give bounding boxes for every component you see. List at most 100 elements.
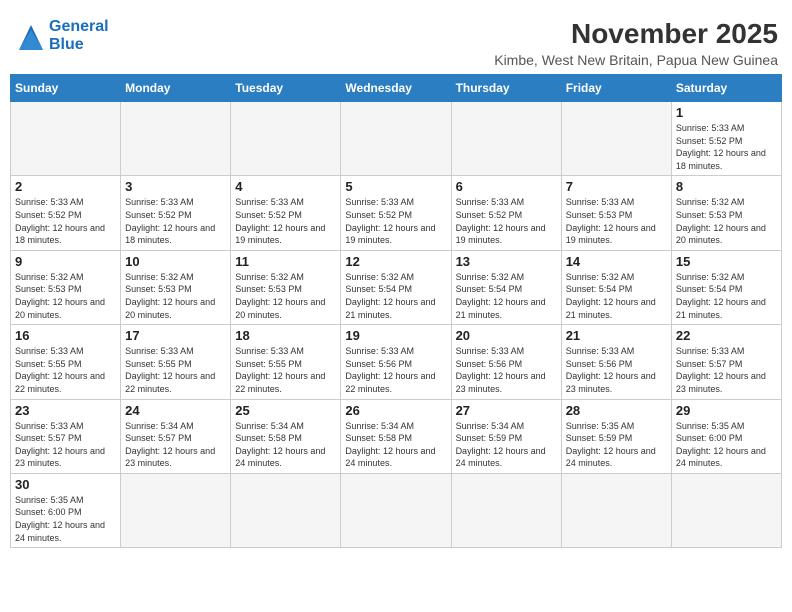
day-info: Sunrise: 5:33 AMSunset: 5:56 PMDaylight:… [456, 345, 557, 395]
day-info: Sunrise: 5:32 AMSunset: 5:54 PMDaylight:… [456, 271, 557, 321]
day-info: Sunrise: 5:33 AMSunset: 5:52 PMDaylight:… [235, 196, 336, 246]
day-number: 23 [15, 403, 116, 418]
day-number: 21 [566, 328, 667, 343]
day-of-week-header: Thursday [451, 75, 561, 102]
day-number: 19 [345, 328, 446, 343]
day-number: 4 [235, 179, 336, 194]
calendar-day-cell: 16 Sunrise: 5:33 AMSunset: 5:55 PMDayligh… [11, 325, 121, 399]
calendar-day-cell [231, 102, 341, 176]
day-number: 8 [676, 179, 777, 194]
day-info: Sunrise: 5:35 AMSunset: 5:59 PMDaylight:… [566, 420, 667, 470]
calendar-day-cell: 18 Sunrise: 5:33 AMSunset: 5:55 PMDayligh… [231, 325, 341, 399]
day-info: Sunrise: 5:33 AMSunset: 5:55 PMDaylight:… [125, 345, 226, 395]
day-number: 15 [676, 254, 777, 269]
day-number: 25 [235, 403, 336, 418]
calendar-day-cell: 28 Sunrise: 5:35 AMSunset: 5:59 PMDayligh… [561, 399, 671, 473]
day-of-week-header: Monday [121, 75, 231, 102]
day-number: 30 [15, 477, 116, 492]
calendar-day-cell: 1Sunrise: 5:33 AMSunset: 5:52 PMDaylight… [671, 102, 781, 176]
calendar-day-cell: 11Sunrise: 5:32 AMSunset: 5:53 PMDayligh… [231, 250, 341, 324]
calendar-header-row: SundayMondayTuesdayWednesdayThursdayFrid… [11, 75, 782, 102]
day-info: Sunrise: 5:33 AMSunset: 5:57 PMDaylight:… [676, 345, 777, 395]
day-number: 22 [676, 328, 777, 343]
day-info: Sunrise: 5:33 AMSunset: 5:52 PMDaylight:… [125, 196, 226, 246]
logo-text: GeneralBlue [49, 18, 109, 53]
day-number: 6 [456, 179, 557, 194]
calendar-day-cell: 20 Sunrise: 5:33 AMSunset: 5:56 PMDayligh… [451, 325, 561, 399]
calendar-day-cell [341, 102, 451, 176]
day-info: Sunrise: 5:33 AMSunset: 5:57 PMDaylight:… [15, 420, 116, 470]
calendar-day-cell: 9 Sunrise: 5:32 AMSunset: 5:53 PMDaylight… [11, 250, 121, 324]
day-number: 20 [456, 328, 557, 343]
calendar-day-cell [561, 473, 671, 547]
day-info: Sunrise: 5:33 AMSunset: 5:56 PMDaylight:… [345, 345, 446, 395]
calendar-day-cell: 13Sunrise: 5:32 AMSunset: 5:54 PMDayligh… [451, 250, 561, 324]
calendar-week-row: 9 Sunrise: 5:32 AMSunset: 5:53 PMDaylight… [11, 250, 782, 324]
day-of-week-header: Tuesday [231, 75, 341, 102]
calendar-day-cell: 5Sunrise: 5:33 AMSunset: 5:52 PMDaylight… [341, 176, 451, 250]
page-header: GeneralBlue November 2025 Kimbe, West Ne… [10, 10, 782, 74]
day-info: Sunrise: 5:33 AMSunset: 5:52 PMDaylight:… [15, 196, 116, 246]
calendar-day-cell: 8Sunrise: 5:32 AMSunset: 5:53 PMDaylight… [671, 176, 781, 250]
calendar-day-cell: 2 Sunrise: 5:33 AMSunset: 5:52 PMDaylight… [11, 176, 121, 250]
calendar-day-cell [451, 102, 561, 176]
logo: GeneralBlue [14, 18, 109, 53]
calendar-week-row: 16 Sunrise: 5:33 AMSunset: 5:55 PMDayligh… [11, 325, 782, 399]
calendar-day-cell: 4 Sunrise: 5:33 AMSunset: 5:52 PMDaylight… [231, 176, 341, 250]
day-info: Sunrise: 5:33 AMSunset: 5:52 PMDaylight:… [676, 122, 777, 172]
calendar-day-cell: 15 Sunrise: 5:32 AMSunset: 5:54 PMDayligh… [671, 250, 781, 324]
calendar-day-cell: 12 Sunrise: 5:32 AMSunset: 5:54 PMDayligh… [341, 250, 451, 324]
day-number: 7 [566, 179, 667, 194]
calendar-day-cell: 26 Sunrise: 5:34 AMSunset: 5:58 PMDayligh… [341, 399, 451, 473]
calendar-day-cell [671, 473, 781, 547]
day-number: 27 [456, 403, 557, 418]
day-info: Sunrise: 5:35 AMSunset: 6:00 PMDaylight:… [676, 420, 777, 470]
day-info: Sunrise: 5:32 AMSunset: 5:53 PMDaylight:… [15, 271, 116, 321]
day-number: 24 [125, 403, 226, 418]
day-of-week-header: Saturday [671, 75, 781, 102]
day-number: 12 [345, 254, 446, 269]
calendar-table: SundayMondayTuesdayWednesdayThursdayFrid… [10, 74, 782, 548]
day-number: 26 [345, 403, 446, 418]
calendar-day-cell [231, 473, 341, 547]
calendar-week-row: 30Sunrise: 5:35 AMSunset: 6:00 PMDayligh… [11, 473, 782, 547]
day-info: Sunrise: 5:33 AMSunset: 5:55 PMDaylight:… [15, 345, 116, 395]
day-info: Sunrise: 5:33 AMSunset: 5:52 PMDaylight:… [456, 196, 557, 246]
day-info: Sunrise: 5:32 AMSunset: 5:54 PMDaylight:… [345, 271, 446, 321]
calendar-day-cell [341, 473, 451, 547]
day-info: Sunrise: 5:34 AMSunset: 5:58 PMDaylight:… [345, 420, 446, 470]
calendar-day-cell [561, 102, 671, 176]
day-number: 2 [15, 179, 116, 194]
day-number: 17 [125, 328, 226, 343]
day-number: 11 [235, 254, 336, 269]
calendar-day-cell: 6 Sunrise: 5:33 AMSunset: 5:52 PMDaylight… [451, 176, 561, 250]
day-number: 28 [566, 403, 667, 418]
calendar-day-cell [451, 473, 561, 547]
day-info: Sunrise: 5:33 AMSunset: 5:55 PMDaylight:… [235, 345, 336, 395]
calendar-day-cell [11, 102, 121, 176]
day-of-week-header: Wednesday [341, 75, 451, 102]
day-info: Sunrise: 5:34 AMSunset: 5:58 PMDaylight:… [235, 420, 336, 470]
month-title: November 2025 [494, 18, 778, 50]
day-info: Sunrise: 5:34 AMSunset: 5:57 PMDaylight:… [125, 420, 226, 470]
calendar-day-cell: 21Sunrise: 5:33 AMSunset: 5:56 PMDayligh… [561, 325, 671, 399]
day-number: 18 [235, 328, 336, 343]
calendar-day-cell: 17 Sunrise: 5:33 AMSunset: 5:55 PMDayligh… [121, 325, 231, 399]
calendar-day-cell: 7 Sunrise: 5:33 AMSunset: 5:53 PMDaylight… [561, 176, 671, 250]
day-number: 16 [15, 328, 116, 343]
day-info: Sunrise: 5:34 AMSunset: 5:59 PMDaylight:… [456, 420, 557, 470]
calendar-day-cell [121, 102, 231, 176]
calendar-day-cell: 14Sunrise: 5:32 AMSunset: 5:54 PMDayligh… [561, 250, 671, 324]
day-of-week-header: Sunday [11, 75, 121, 102]
calendar-day-cell: 3Sunrise: 5:33 AMSunset: 5:52 PMDaylight… [121, 176, 231, 250]
calendar-day-cell: 29 Sunrise: 5:35 AMSunset: 6:00 PMDayligh… [671, 399, 781, 473]
calendar-week-row: 23 Sunrise: 5:33 AMSunset: 5:57 PMDayligh… [11, 399, 782, 473]
day-of-week-header: Friday [561, 75, 671, 102]
day-number: 9 [15, 254, 116, 269]
calendar-day-cell: 25 Sunrise: 5:34 AMSunset: 5:58 PMDayligh… [231, 399, 341, 473]
day-info: Sunrise: 5:33 AMSunset: 5:53 PMDaylight:… [566, 196, 667, 246]
day-number: 29 [676, 403, 777, 418]
calendar-day-cell: 24 Sunrise: 5:34 AMSunset: 5:57 PMDayligh… [121, 399, 231, 473]
day-info: Sunrise: 5:32 AMSunset: 5:54 PMDaylight:… [676, 271, 777, 321]
calendar-day-cell [121, 473, 231, 547]
